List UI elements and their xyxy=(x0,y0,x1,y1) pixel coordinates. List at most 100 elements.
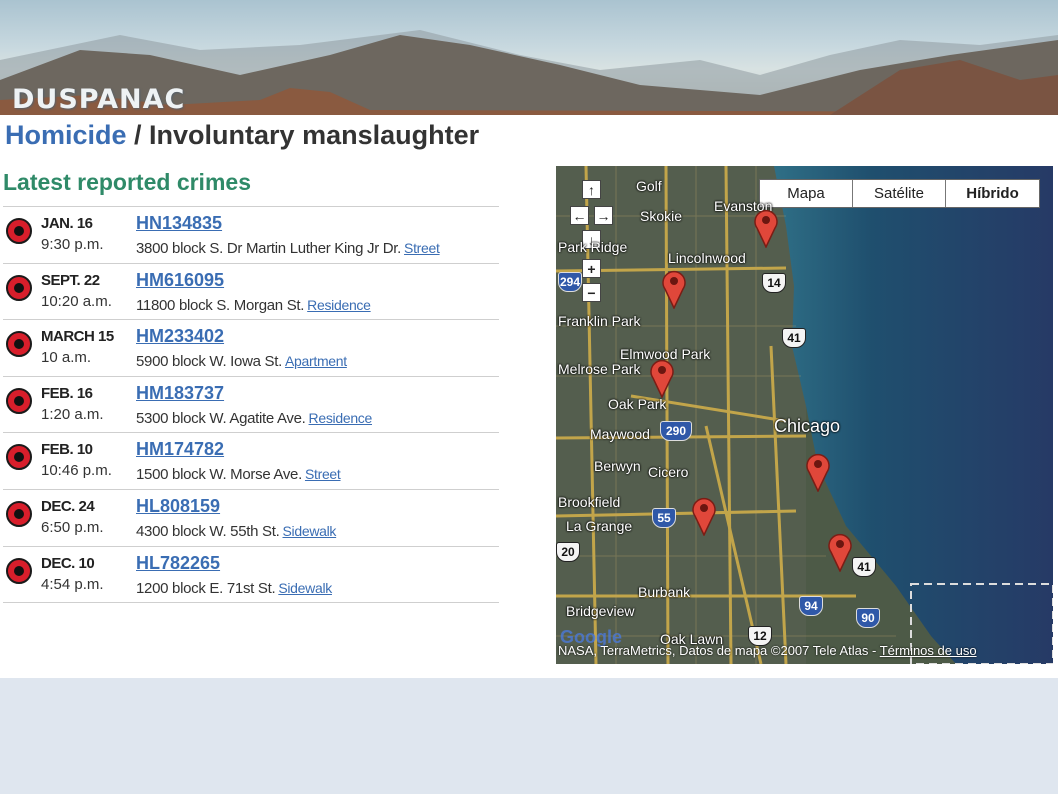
crime-location: 5900 block W. Iowa St. Apartment xyxy=(136,353,347,370)
crime-time: 9:30 p.m. xyxy=(41,236,104,253)
pan-left-button[interactable]: ← xyxy=(570,206,589,225)
crime-list: JAN. 16 9:30 p.m. HN134835 3800 block S.… xyxy=(3,206,499,604)
crime-row: DEC. 24 6:50 p.m. HL808159 4300 block W.… xyxy=(3,490,499,547)
interstate-shield-icon: 94 xyxy=(799,596,823,616)
map-label: Maywood xyxy=(590,426,650,442)
crime-time: 10:46 p.m. xyxy=(41,462,112,480)
map-marker-icon[interactable] xyxy=(6,331,32,358)
interstate-shield-icon: 294 xyxy=(558,272,582,292)
location-type-link[interactable]: Apartment xyxy=(285,353,347,369)
location-text: 1200 block E. 71st St. xyxy=(136,579,276,597)
crime-time: 10 a.m. xyxy=(41,349,92,367)
crime-location-pin-icon[interactable] xyxy=(649,358,675,398)
crime-date: FEB. 10 xyxy=(41,441,93,459)
location-type-link[interactable]: Sidewalk xyxy=(283,523,337,539)
map-marker-icon[interactable] xyxy=(6,500,32,527)
crime-location-pin-icon[interactable] xyxy=(753,208,779,248)
header-banner: DUSPANAC xyxy=(0,0,1058,115)
pan-right-button[interactable]: → xyxy=(594,206,613,225)
map-label: Lincolnwood xyxy=(668,250,746,266)
map-type-selector: Mapa Satélite Híbrido xyxy=(759,179,1040,208)
crime-map[interactable]: Mapa Satélite Híbrido ↑ ← → ↓ + − Golf S… xyxy=(556,166,1053,664)
map-marker-icon[interactable] xyxy=(6,274,32,301)
crime-date: DEC. 24 xyxy=(41,497,95,515)
highway-shield-icon: 14 xyxy=(762,273,786,293)
highway-shield-icon: 41 xyxy=(852,557,876,577)
satellite-imagery xyxy=(556,166,1053,664)
map-type-button-hibrido[interactable]: Híbrido xyxy=(946,180,1039,207)
location-type-link[interactable]: Residence xyxy=(307,297,371,313)
map-label: Brookfield xyxy=(558,494,621,510)
map-label: Berwyn xyxy=(594,458,641,474)
crime-date: MARCH 15 xyxy=(41,328,114,346)
crime-row: SEPT. 22 10:20 a.m. HM616095 11800 block… xyxy=(3,264,499,321)
crime-time: 1:20 a.m. xyxy=(41,405,104,423)
crime-row: MARCH 15 10 a.m. HM233402 5900 block W. … xyxy=(3,320,499,377)
crime-location-pin-icon[interactable] xyxy=(661,269,687,309)
map-marker-icon[interactable] xyxy=(6,218,32,244)
map-type-button-mapa[interactable]: Mapa xyxy=(760,180,853,207)
title-separator: / xyxy=(126,120,150,150)
case-number-link[interactable]: HL782265 xyxy=(136,553,220,574)
case-number-link[interactable]: HN134835 xyxy=(136,213,222,234)
crime-time: 4:54 p.m. xyxy=(41,575,104,593)
page-title: Homicide / Involuntary manslaughter xyxy=(5,120,479,151)
location-text: 1500 block W. Morse Ave. xyxy=(136,466,302,484)
crime-location: 3800 block S. Dr Martin Luther King Jr D… xyxy=(136,240,440,257)
location-type-link[interactable]: Street xyxy=(305,466,341,482)
map-marker-icon[interactable] xyxy=(6,557,32,584)
crime-date: SEPT. 22 xyxy=(41,271,100,289)
case-number-link[interactable]: HL808159 xyxy=(136,496,220,517)
zoom-out-button[interactable]: − xyxy=(582,283,601,302)
section-title: Latest reported crimes xyxy=(3,169,251,195)
map-label: Franklin Park xyxy=(558,313,641,329)
location-text: 5900 block W. Iowa St. xyxy=(136,353,282,371)
case-number-link[interactable]: HM183737 xyxy=(136,383,224,404)
crime-location-pin-icon[interactable] xyxy=(827,532,853,572)
map-label: Golf xyxy=(636,178,662,194)
map-copyright: NASA, TerraMetrics, Datos de mapa ©2007 … xyxy=(558,643,977,658)
map-label: Chicago xyxy=(774,416,841,436)
crime-row: FEB. 10 10:46 p.m. HM174782 1500 block W… xyxy=(3,433,499,490)
crime-location: 4300 block W. 55th St. Sidewalk xyxy=(136,523,336,540)
crime-location: 11800 block S. Morgan St. Residence xyxy=(136,297,371,314)
map-label: Melrose Park xyxy=(558,361,641,377)
crime-location-pin-icon[interactable] xyxy=(691,496,717,536)
category-link[interactable]: Homicide xyxy=(5,120,127,150)
crime-date: FEB. 16 xyxy=(41,384,93,402)
main-content: Homicide / Involuntary manslaughter Late… xyxy=(0,115,1058,678)
location-text: 5300 block W. Agatite Ave. xyxy=(136,409,306,427)
crime-location-pin-icon[interactable] xyxy=(805,452,831,492)
map-label: Oak Park xyxy=(608,396,667,412)
crime-time: 6:50 p.m. xyxy=(41,518,104,536)
pan-up-button[interactable]: ↑ xyxy=(582,180,601,199)
zoom-in-button[interactable]: + xyxy=(582,259,601,278)
location-text: 11800 block S. Morgan St. xyxy=(136,296,305,314)
highway-shield-icon: 41 xyxy=(782,328,806,348)
interstate-shield-icon: 290 xyxy=(660,421,692,441)
location-type-link[interactable]: Sidewalk xyxy=(278,580,332,596)
interstate-shield-icon: 90 xyxy=(856,608,880,628)
location-type-link[interactable]: Street xyxy=(404,240,440,256)
map-marker-icon[interactable] xyxy=(6,387,32,414)
map-label: Skokie xyxy=(640,208,683,224)
highway-shield-icon: 20 xyxy=(556,542,580,562)
crime-row: DEC. 10 4:54 p.m. HL782265 1200 block E.… xyxy=(3,547,499,604)
terms-of-use-link[interactable]: Términos de uso xyxy=(880,643,977,658)
page-title-text: Involuntary manslaughter xyxy=(149,120,480,150)
map-type-button-satelite[interactable]: Satélite xyxy=(853,180,946,207)
location-type-link[interactable]: Residence xyxy=(309,410,373,426)
crime-date: DEC. 10 xyxy=(41,554,95,572)
map-marker-icon[interactable] xyxy=(6,444,32,471)
map-label: La Grange xyxy=(566,518,633,534)
crime-row: FEB. 16 1:20 a.m. HM183737 5300 block W.… xyxy=(3,377,499,434)
map-label: Bridgeview xyxy=(566,603,635,619)
crime-date: JAN. 16 xyxy=(41,215,93,232)
case-number-link[interactable]: HM616095 xyxy=(136,270,224,291)
crime-location: 5300 block W. Agatite Ave. Residence xyxy=(136,410,372,427)
case-number-link[interactable]: HM174782 xyxy=(136,439,224,460)
map-label: Cicero xyxy=(648,464,689,480)
copyright-text: NASA, TerraMetrics, Datos de mapa ©2007 … xyxy=(558,643,880,658)
location-text: 3800 block S. Dr Martin Luther King Jr D… xyxy=(136,240,402,257)
case-number-link[interactable]: HM233402 xyxy=(136,326,224,347)
